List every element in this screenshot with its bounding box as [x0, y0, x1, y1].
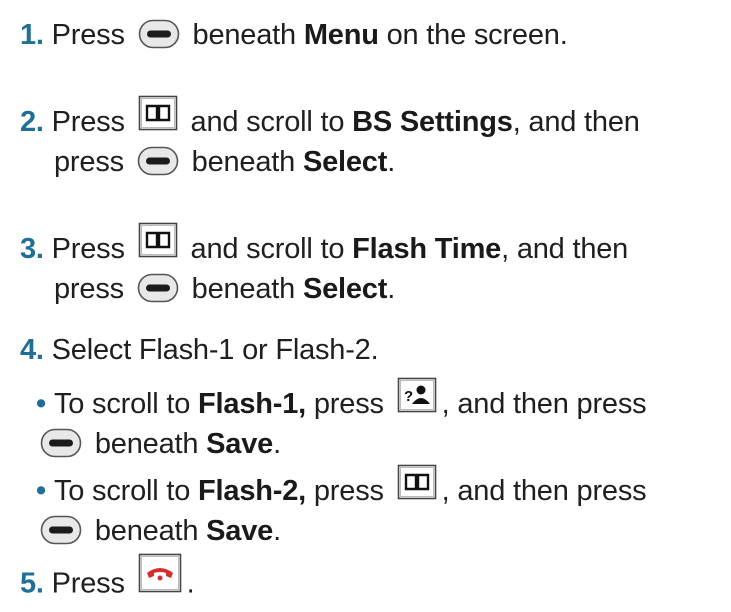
bullet-text: .: [273, 428, 281, 460]
step-2-line-2: press beneath Select.: [54, 145, 395, 179]
save-label: Save: [206, 428, 274, 460]
step-text: Press: [51, 233, 125, 265]
phonebook-key-icon: [138, 96, 177, 131]
soft-key-icon: [40, 516, 82, 545]
select-label: Select: [302, 273, 388, 305]
select-label: Select: [302, 146, 388, 178]
step-number: 4.: [20, 334, 44, 366]
step-text: Press: [51, 106, 125, 138]
step-text: press: [54, 273, 124, 305]
step-text: and scroll to: [190, 106, 345, 138]
step-text: beneath: [192, 19, 297, 51]
phonebook-key-icon: [138, 223, 177, 258]
step-3-line-2: press beneath Select.: [54, 272, 395, 306]
svg-text:?: ?: [404, 388, 413, 405]
step-text: Press: [51, 19, 125, 51]
bullet-text: To scroll to: [53, 388, 191, 420]
bullet-text: , and then press: [441, 388, 647, 420]
step-text: beneath: [191, 273, 296, 305]
step-3-line-1: 3. Press and scroll to Flash Time, and t…: [20, 223, 629, 266]
step-4-line: 4. Select Flash-1 or Flash-2.: [20, 333, 379, 367]
soft-key-icon: [137, 147, 179, 176]
step-text: press: [54, 146, 124, 178]
save-label: Save: [206, 515, 274, 547]
flash-time-label: Flash Time: [352, 233, 502, 265]
bullet-text: press: [313, 475, 384, 507]
menu-label: Menu: [303, 19, 379, 51]
step-1-line: 1. Press beneath Menu on the screen.: [20, 18, 568, 52]
flash-1-label: Flash-1,: [198, 388, 307, 420]
bullet-text: .: [273, 515, 281, 547]
step-number: 2.: [20, 106, 44, 138]
flash-2-label: Flash-2,: [198, 475, 307, 507]
step-text: .: [186, 567, 195, 600]
step-number: 1.: [20, 19, 44, 51]
bullet-text: beneath: [94, 515, 199, 547]
step-text: , and then: [512, 106, 640, 138]
bullet-marker: •: [36, 475, 46, 507]
step-number: 3.: [20, 233, 44, 265]
bullet-marker: •: [36, 388, 46, 420]
step-text: , and then: [501, 233, 629, 265]
bullet-text: To scroll to: [53, 475, 191, 507]
bullet-1-line-2: beneath Save.: [40, 427, 281, 461]
soft-key-icon: [138, 20, 179, 49]
bullet-1-line-1: • To scroll to Flash-1, press ? , and then…: [36, 378, 647, 421]
end-call-key-icon: [138, 553, 181, 593]
bullet-text: press: [313, 388, 384, 420]
contact-key-icon: ?: [397, 378, 436, 413]
step-text: beneath: [191, 146, 296, 178]
step-5-line: 5. Press .: [20, 553, 195, 600]
soft-key-icon: [137, 274, 179, 303]
bullet-2-line-2: beneath Save.: [40, 514, 281, 548]
bullet-2-line-1: • To scroll to Flash-2, press , and then …: [36, 465, 647, 508]
step-text: .: [387, 273, 396, 305]
step-text: Press: [51, 567, 125, 600]
bullet-text: , and then press: [441, 475, 647, 507]
step-text: .: [387, 146, 396, 178]
soft-key-icon: [40, 429, 82, 458]
step-2-line-1: 2. Press and scroll to BS Settings, and …: [20, 96, 640, 139]
bs-settings-label: BS Settings: [352, 106, 513, 138]
step-text: Select Flash-1 or Flash-2.: [51, 334, 379, 366]
bullet-text: beneath: [94, 428, 199, 460]
step-text: and scroll to: [190, 233, 345, 265]
step-text: on the screen.: [386, 19, 568, 51]
phonebook-key-icon: [397, 465, 436, 500]
step-number: 5.: [20, 567, 44, 600]
